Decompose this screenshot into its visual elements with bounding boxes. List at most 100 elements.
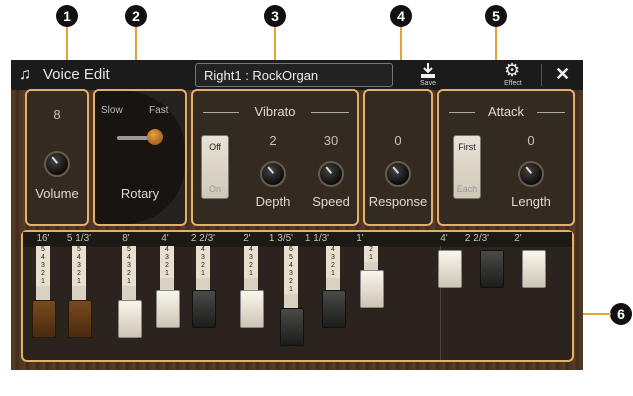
- scale-num: 5: [77, 246, 81, 253]
- volume-value: 8: [53, 107, 61, 122]
- drawbar-5-1-3[interactable]: 5 4 3 2 1: [72, 246, 86, 300]
- footage-label-row: 16' 5 1/3' 8' 4' 2 2/3' 2' 1 3/5' 1 1/3'…: [23, 232, 572, 247]
- effect-button[interactable]: ⚙ Effect: [496, 60, 530, 90]
- vibrato-on-label: On: [208, 184, 221, 194]
- attack-title-line-right: [537, 112, 565, 113]
- drawbar-8-handle[interactable]: [118, 300, 142, 338]
- scale-num: 2: [165, 262, 169, 269]
- volume-knob[interactable]: [44, 151, 70, 177]
- drawbar-1-1-3-scale: 4 3 2 1: [326, 246, 340, 278]
- attack-title-line-left: [449, 112, 475, 113]
- drawbar-1-3-5-scale: 6 5 4 3 2 1: [284, 246, 298, 294]
- drawbar-1-3-5[interactable]: 6 5 4 3 2 1: [284, 246, 298, 308]
- scale-num: 2: [127, 270, 131, 277]
- vibrato-on-off-switch[interactable]: Off On: [201, 135, 229, 199]
- response-panel: 0 Response: [363, 89, 433, 226]
- callout-1: 1: [56, 5, 78, 27]
- scale-num: 1: [331, 270, 335, 277]
- vibrato-title-line-left: [203, 112, 239, 113]
- scale-num: 3: [41, 262, 45, 269]
- voice-name-field[interactable]: Right1 : RockOrgan: [195, 63, 393, 87]
- volume-panel: 8 Volume: [25, 89, 89, 226]
- scale-num: 4: [41, 254, 45, 261]
- drawbar-16-handle[interactable]: [32, 300, 56, 338]
- drawbar-1[interactable]: 2 1: [364, 246, 378, 270]
- rotary-label: Rotary: [120, 186, 160, 201]
- scale-num: 6: [289, 246, 293, 253]
- footage-label-4: 4': [161, 233, 169, 244]
- percussion-label-2-2-3: 2 2/3': [464, 233, 490, 244]
- callout-4: 4: [390, 5, 412, 27]
- scale-num: 5: [289, 254, 293, 261]
- vibrato-depth-value: 2: [269, 133, 277, 148]
- scale-num: 1: [77, 278, 81, 285]
- close-button[interactable]: ✕: [549, 60, 579, 90]
- drawbar-2-2-3-scale: 4 3 2 1: [196, 246, 210, 278]
- drawbar-4-handle[interactable]: [156, 290, 180, 328]
- scale-num: 2: [331, 262, 335, 269]
- response-value: 0: [394, 133, 402, 148]
- drawbar-1-scale: 2 1: [364, 246, 378, 262]
- scale-num: 1: [41, 278, 45, 285]
- scale-num: 3: [289, 270, 293, 277]
- percussion-4-handle[interactable]: [438, 250, 462, 288]
- organ-voice-icon: ♫: [19, 66, 31, 83]
- scale-num: 5: [127, 246, 131, 253]
- rotary-fast-label: Fast: [149, 105, 169, 116]
- percussion-label-2: 2': [514, 233, 522, 244]
- scale-num: 3: [77, 262, 81, 269]
- drawbar-1-1-3-handle[interactable]: [322, 290, 346, 328]
- title-bar: ♫ Voice Edit Right1 : RockOrgan Save ⚙ E…: [11, 60, 583, 90]
- app-title: Voice Edit: [43, 66, 110, 83]
- close-icon: ✕: [555, 64, 571, 84]
- rotary-slow-label: Slow: [101, 105, 123, 116]
- percussion-2-handle[interactable]: [522, 250, 546, 288]
- attack-first-each-switch[interactable]: First Each: [453, 135, 481, 199]
- drawbar-2-2-3[interactable]: 4 3 2 1: [196, 246, 210, 290]
- rotary-panel: Slow Fast Rotary: [93, 89, 187, 226]
- vibrato-depth-knob[interactable]: [260, 161, 286, 187]
- save-button[interactable]: Save: [411, 60, 445, 90]
- percussion-2-2-3-handle[interactable]: [480, 250, 504, 288]
- attack-each-label: Each: [456, 184, 478, 194]
- drawbar-5-1-3-handle[interactable]: [68, 300, 92, 338]
- drawbar-1-3-5-handle[interactable]: [280, 308, 304, 346]
- drawbar-2-2-3-handle[interactable]: [192, 290, 216, 328]
- drawbar-4[interactable]: 4 3 2 1: [160, 246, 174, 290]
- scale-num: 2: [249, 262, 253, 269]
- footage-label-16: 16': [36, 233, 50, 244]
- vibrato-speed-knob[interactable]: [318, 161, 344, 187]
- scale-num: 4: [77, 254, 81, 261]
- drawbar-1-1-3[interactable]: 4 3 2 1: [326, 246, 340, 290]
- rotary-switch[interactable]: [117, 129, 163, 147]
- callout-5: 5: [485, 5, 507, 27]
- footage-label-5-1-3: 5 1/3': [66, 233, 92, 244]
- footage-label-1-1-3: 1 1/3': [304, 233, 330, 244]
- scale-num: 1: [249, 270, 253, 277]
- drawbar-8-scale: 5 4 3 2 1: [122, 246, 136, 286]
- save-icon: [421, 63, 435, 78]
- response-knob[interactable]: [385, 161, 411, 187]
- scale-num: 4: [289, 262, 293, 269]
- scale-num: 3: [127, 262, 131, 269]
- drawbar-2-handle[interactable]: [240, 290, 264, 328]
- drawbar-16-scale: 5 4 3 2 1: [36, 246, 50, 286]
- attack-length-knob[interactable]: [518, 161, 544, 187]
- scale-num: 1: [165, 270, 169, 277]
- vibrato-speed-value: 30: [323, 133, 339, 148]
- scale-num: 4: [201, 246, 205, 253]
- footage-label-1: 1': [356, 233, 364, 244]
- drawbar-8[interactable]: 5 4 3 2 1: [122, 246, 136, 300]
- scale-num: 3: [201, 254, 205, 261]
- scale-num: 1: [369, 254, 373, 261]
- save-label: Save: [420, 80, 436, 87]
- drawbar-2[interactable]: 4 3 2 1: [244, 246, 258, 290]
- drawbar-16[interactable]: 5 4 3 2 1: [36, 246, 50, 300]
- drawbar-2-scale: 4 3 2 1: [244, 246, 258, 278]
- drawbar-1-handle[interactable]: [360, 270, 384, 308]
- footage-label-2-2-3: 2 2/3': [190, 233, 216, 244]
- drawbar-5-1-3-scale: 5 4 3 2 1: [72, 246, 86, 286]
- attack-title: Attack: [487, 104, 525, 119]
- scale-num: 4: [165, 246, 169, 253]
- scale-num: 3: [165, 254, 169, 261]
